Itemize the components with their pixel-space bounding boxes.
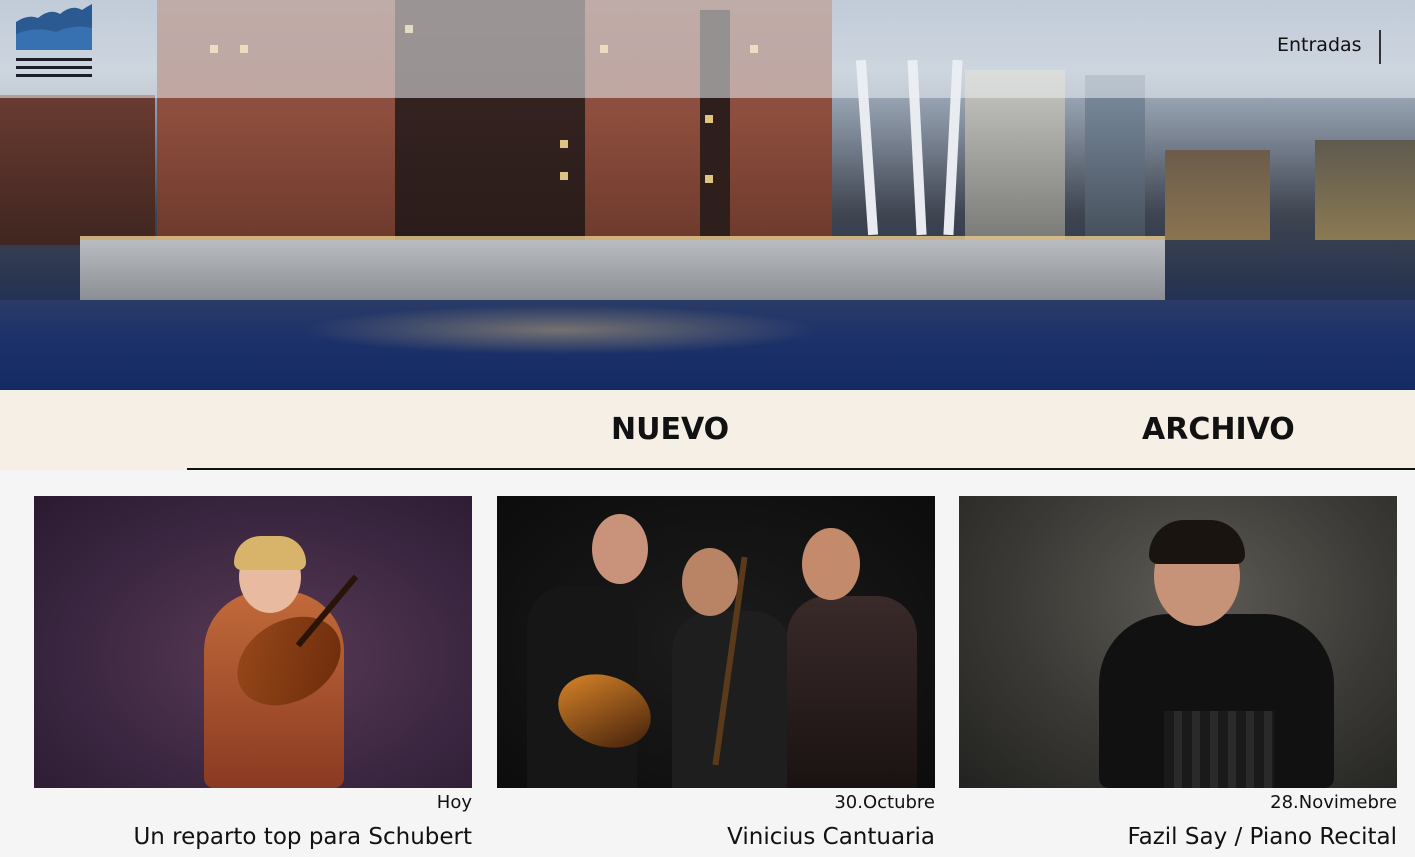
event-date: Hoy <box>436 792 472 813</box>
tab-nuevo[interactable]: NUEVO <box>611 412 729 447</box>
figure-hair <box>234 536 306 570</box>
tab-bar: NUEVO ARCHIVO <box>0 390 1415 470</box>
event-title[interactable]: Un reparto top para Schubert <box>34 823 472 851</box>
top-navigation-bar <box>0 0 1415 98</box>
hero-window <box>560 172 568 180</box>
hero-banner: Entradas <box>0 0 1415 390</box>
event-card[interactable]: 30.Octubre Vinicius Cantuaria <box>497 496 935 851</box>
hero-window <box>705 175 713 183</box>
tab-archivo[interactable]: ARCHIVO <box>1142 412 1295 447</box>
event-title[interactable]: Fazil Say / Piano Recital <box>959 823 1398 851</box>
event-image-band[interactable] <box>497 496 935 788</box>
logo-bars <box>16 58 92 77</box>
event-date: 28.Novimebre <box>1270 792 1397 813</box>
tab-underline <box>187 468 1415 470</box>
hero-building-left <box>0 95 155 245</box>
event-date: 30.Octubre <box>834 792 935 813</box>
logo-wave-icon <box>16 4 92 50</box>
event-title[interactable]: Vinicius Cantuaria <box>497 823 935 851</box>
elbphilharmonie-logo[interactable] <box>16 4 92 84</box>
chair-back <box>1164 711 1274 788</box>
pianist-hair <box>1149 520 1245 564</box>
event-card[interactable]: Hoy Un reparto top para Schubert <box>34 496 472 851</box>
hero-window <box>560 140 568 148</box>
musician-right-head <box>802 528 860 600</box>
event-card[interactable]: 28.Novimebre Fazil Say / Piano Recital <box>959 496 1397 851</box>
event-image-violinist[interactable] <box>34 496 472 788</box>
hero-window <box>705 115 713 123</box>
event-image-pianist[interactable] <box>959 496 1397 788</box>
musician-center-head <box>682 548 738 616</box>
nav-divider <box>1379 30 1381 64</box>
hero-building-right-lit <box>1165 150 1270 240</box>
musician-right-body <box>787 596 917 788</box>
hero-building-right-tower <box>1085 75 1145 240</box>
hero-quay-wall <box>80 240 1165 300</box>
nav-tickets-link[interactable]: Entradas <box>1277 34 1362 56</box>
musician-left-head <box>592 514 648 584</box>
hero-building-far-right <box>1315 140 1415 240</box>
hero-water-reflection <box>300 305 820 355</box>
